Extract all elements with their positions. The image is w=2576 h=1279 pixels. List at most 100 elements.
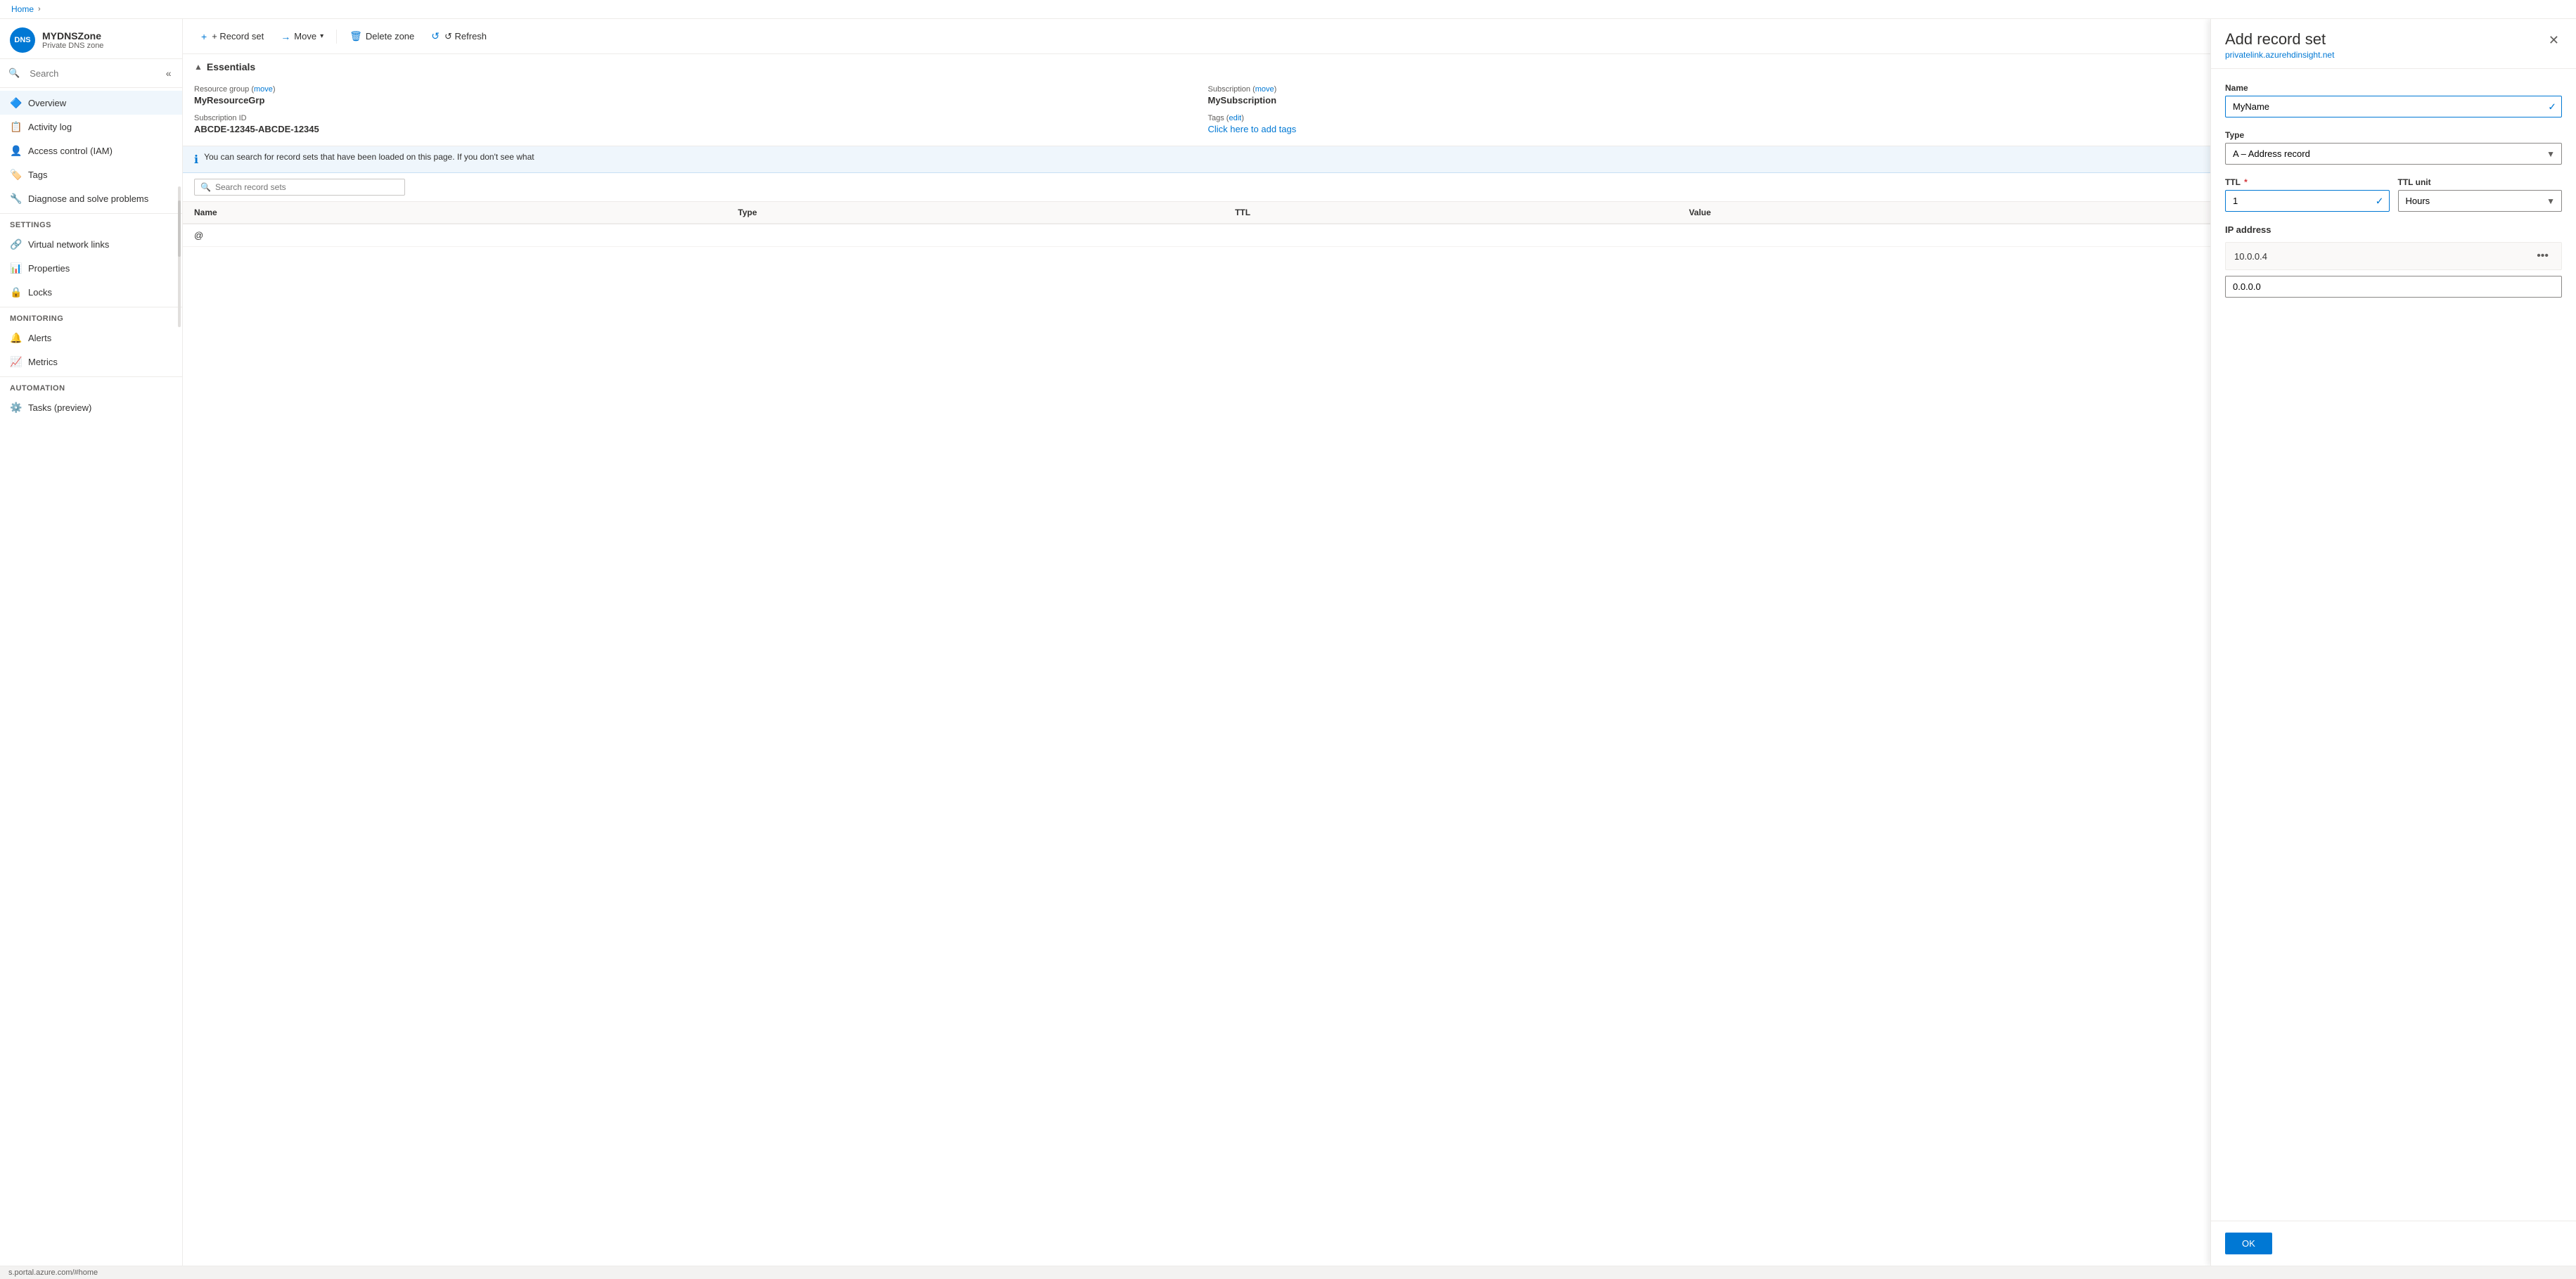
add-icon: +: [201, 31, 207, 42]
sidebar-item-locks[interactable]: 🔒 Locks: [0, 280, 182, 304]
sidebar-item-access-control[interactable]: 👤 Access control (IAM): [0, 139, 182, 163]
name-form-group: Name ✓: [2225, 83, 2562, 117]
sidebar-nav: 🔷 Overview 📋 Activity log 👤 Access contr…: [0, 88, 182, 422]
refresh-label: ↺ Refresh: [444, 31, 487, 42]
diagnose-icon: 🔧: [10, 192, 23, 205]
table-search-input[interactable]: [215, 182, 399, 192]
tags-label: Tags (edit): [1208, 114, 2200, 122]
activity-log-icon: 📋: [10, 120, 23, 133]
breadcrumb[interactable]: Home ›: [11, 4, 41, 14]
resource-group-label: Resource group (move): [194, 85, 1186, 94]
subscription-value: MySubscription: [1208, 95, 2200, 106]
sidebar-item-virtual-network-links[interactable]: 🔗 Virtual network links: [0, 232, 182, 256]
sidebar-item-label: Metrics: [28, 357, 58, 367]
panel-close-button[interactable]: ✕: [2546, 30, 2562, 51]
record-set-label: + Record set: [212, 31, 264, 42]
scroll-track: [178, 186, 181, 327]
delete-zone-label: Delete zone: [366, 31, 414, 42]
alerts-icon: 🔔: [10, 331, 23, 344]
tags-edit-link[interactable]: edit: [1229, 114, 1241, 122]
ttl-unit-select[interactable]: Hours Minutes Seconds Days: [2398, 190, 2563, 212]
subscription-id-value: ABCDE-12345-ABCDE-12345: [194, 124, 1186, 134]
home-link[interactable]: Home: [11, 4, 34, 14]
row-type: [726, 224, 1224, 247]
search-icon: 🔍: [8, 68, 20, 79]
locks-icon: 🔒: [10, 286, 23, 298]
overview-icon: 🔷: [10, 96, 23, 109]
sidebar-item-label: Locks: [28, 287, 52, 298]
resource-group-item: Resource group (move) MyResourceGrp: [194, 85, 1186, 106]
essentials-title: Essentials: [207, 61, 255, 72]
virtual-network-links-icon: 🔗: [10, 238, 23, 250]
ttl-row: TTL * ✓ TTL unit Hours Minutes: [2225, 177, 2562, 212]
info-banner: ℹ You can search for record sets that ha…: [183, 146, 2210, 173]
status-bar: s.portal.azure.com/#home: [0, 1266, 2576, 1279]
ip-new-input[interactable]: [2225, 276, 2562, 298]
ok-button[interactable]: OK: [2225, 1233, 2272, 1254]
access-control-icon: 👤: [10, 144, 23, 157]
ttl-input[interactable]: [2225, 190, 2390, 212]
tags-value[interactable]: Click here to add tags: [1208, 124, 2200, 134]
sidebar-item-activity-log[interactable]: 📋 Activity log: [0, 115, 182, 139]
move-link[interactable]: move: [254, 85, 273, 94]
delete-icon: 🗑: [350, 30, 362, 42]
sidebar-header-text: MYDNSZone Private DNS zone: [42, 30, 103, 50]
sidebar-item-alerts[interactable]: 🔔 Alerts: [0, 326, 182, 350]
subscription-item: Subscription (move) MySubscription: [1208, 85, 2200, 106]
refresh-button[interactable]: ↺ ↺ Refresh: [424, 26, 494, 46]
ip-existing-value: 10.0.0.4: [2234, 251, 2267, 262]
sidebar-item-tasks-preview[interactable]: ⚙️ Tasks (preview): [0, 395, 182, 419]
move-button[interactable]: → Move ▾: [274, 27, 331, 46]
sidebar-item-properties[interactable]: 📊 Properties: [0, 256, 182, 280]
sidebar-item-label: Diagnose and solve problems: [28, 193, 148, 204]
name-label: Name: [2225, 83, 2562, 93]
tasks-icon: ⚙️: [10, 401, 23, 414]
resource-group-value: MyResourceGrp: [194, 95, 1186, 106]
sidebar-item-metrics[interactable]: 📈 Metrics: [0, 350, 182, 374]
table-row[interactable]: @: [183, 224, 2210, 247]
sidebar-item-label: Overview: [28, 98, 66, 108]
avatar: DNS: [10, 27, 35, 53]
collapse-button[interactable]: «: [163, 65, 174, 82]
sidebar-item-diagnose[interactable]: 🔧 Diagnose and solve problems: [0, 186, 182, 210]
name-input[interactable]: [2225, 96, 2562, 117]
panel-title: Add record set: [2225, 30, 2334, 49]
type-select-wrapper: A – Address record AAAA – IPv6 Address r…: [2225, 143, 2562, 165]
subscription-move-link[interactable]: move: [1255, 85, 1274, 94]
search-input[interactable]: [24, 65, 159, 82]
table-search-icon: 🔍: [200, 182, 211, 192]
delete-zone-button[interactable]: 🗑 Delete zone: [342, 26, 421, 46]
toolbar-separator: [336, 30, 337, 44]
subscription-label: Subscription (move): [1208, 85, 2200, 94]
ip-more-button[interactable]: •••: [2532, 248, 2553, 264]
essentials-section: ▲ Essentials Resource group (move) MyRes…: [183, 54, 2210, 146]
sidebar-item-label: Access control (IAM): [28, 146, 113, 156]
sidebar-header: DNS MYDNSZone Private DNS zone: [0, 19, 182, 59]
table-toolbar: 🔍: [183, 173, 2210, 202]
panel-header: Add record set privatelink.azurehdinsigh…: [2211, 19, 2576, 69]
table-header: Name Type TTL Value: [183, 202, 2210, 224]
sidebar-item-label: Tasks (preview): [28, 402, 91, 413]
sidebar-item-tags[interactable]: 🏷️ Tags: [0, 163, 182, 186]
table-search-wrapper: 🔍: [194, 179, 405, 196]
resource-title: MYDNSZone: [42, 30, 103, 42]
ttl-unit-label: TTL unit: [2398, 177, 2563, 187]
main-layout: DNS MYDNSZone Private DNS zone 🔍 « 🔷 Ove…: [0, 19, 2576, 1266]
col-type: Type: [726, 202, 1224, 224]
row-ttl: [1224, 224, 1678, 247]
sidebar-item-label: Properties: [28, 263, 70, 274]
essentials-header[interactable]: ▲ Essentials: [183, 54, 2210, 79]
row-value: [1678, 224, 2210, 247]
ttl-group: TTL * ✓: [2225, 177, 2390, 212]
sidebar-item-label: Activity log: [28, 122, 72, 132]
ttl-form-group: TTL * ✓ TTL unit Hours Minutes: [2225, 177, 2562, 212]
panel-subtitle: privatelink.azurehdinsight.net: [2225, 50, 2334, 60]
record-set-button[interactable]: + + Record set: [194, 27, 271, 46]
sidebar-item-overview[interactable]: 🔷 Overview: [0, 91, 182, 115]
content-area: ▲ Essentials Resource group (move) MyRes…: [183, 54, 2210, 1266]
type-form-group: Type A – Address record AAAA – IPv6 Addr…: [2225, 130, 2562, 165]
scroll-thumb[interactable]: [178, 201, 181, 257]
record-sets-table: Name Type TTL Value @: [183, 202, 2210, 247]
type-select[interactable]: A – Address record AAAA – IPv6 Address r…: [2225, 143, 2562, 165]
ip-new-input-wrapper: [2225, 276, 2562, 298]
